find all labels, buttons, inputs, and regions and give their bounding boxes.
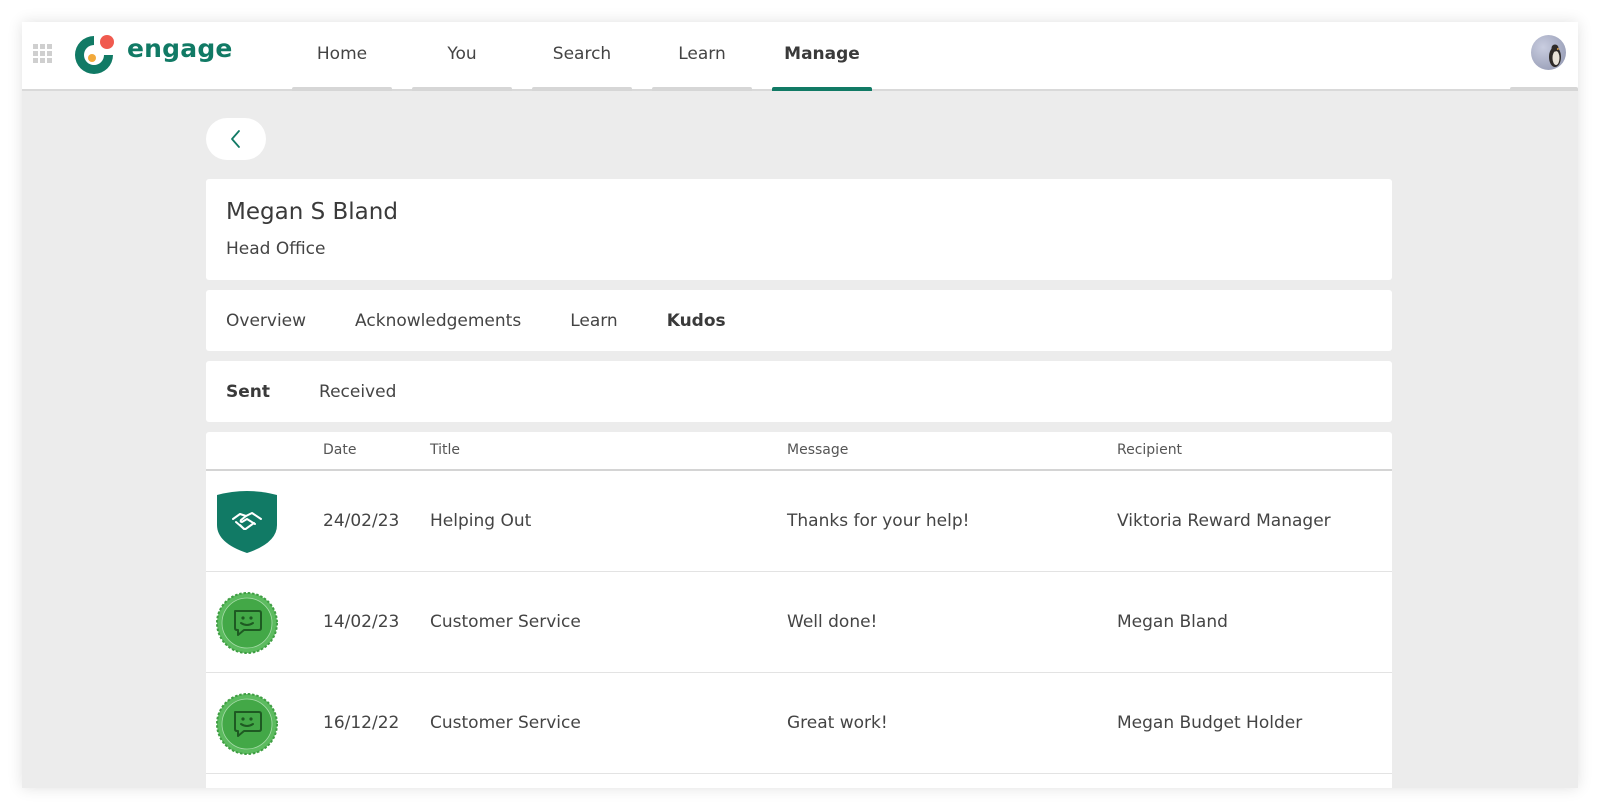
header-title[interactable]: Title <box>430 442 460 458</box>
profile-tab-indicator <box>1510 87 1578 91</box>
cell-date: 16/12/22 <box>323 713 400 733</box>
table-row[interactable]: 24/02/23 Helping Out Thanks for your hel… <box>206 471 1392 572</box>
subtab-sent[interactable]: Sent <box>226 382 270 402</box>
back-button[interactable] <box>206 118 266 160</box>
cell-title: Customer Service <box>430 713 581 733</box>
profile-tabs: Overview Acknowledgements Learn Kudos <box>206 290 1392 351</box>
profile-name: Megan S Bland <box>226 199 398 225</box>
avatar-photo-icon <box>1549 44 1561 67</box>
main-nav: Home You Search Learn Manage <box>292 22 892 91</box>
cell-date: 14/02/23 <box>323 612 400 632</box>
profile-location: Head Office <box>226 239 326 259</box>
table-header: Date Title Message Recipient <box>206 432 1392 471</box>
table-row[interactable]: 16/12/22 Customer Service Great work! Me… <box>206 673 1392 774</box>
chevron-left-icon <box>231 130 240 148</box>
smiley-chat-rosette-icon <box>216 693 278 755</box>
kudos-table: Date Title Message Recipient 24/02/23 He… <box>206 432 1392 788</box>
cell-title: Customer Service <box>430 612 581 632</box>
header-recipient[interactable]: Recipient <box>1117 442 1182 458</box>
kudos-subtabs: Sent Received <box>206 361 1392 422</box>
top-navigation-bar: engage Home You Search Learn Manage <box>22 22 1578 91</box>
nav-learn[interactable]: Learn <box>652 22 752 91</box>
user-avatar[interactable] <box>1531 35 1566 70</box>
header-message[interactable]: Message <box>787 442 848 458</box>
cell-title: Helping Out <box>430 511 532 531</box>
tab-kudos[interactable]: Kudos <box>667 311 726 331</box>
header-date[interactable]: Date <box>323 442 356 458</box>
tab-acknowledgements[interactable]: Acknowledgements <box>355 311 521 331</box>
brand-name[interactable]: engage <box>127 34 233 63</box>
cell-recipient: Megan Bland <box>1117 612 1228 632</box>
cell-recipient: Megan Budget Holder <box>1117 713 1303 733</box>
cell-date: 24/02/23 <box>323 511 400 531</box>
tab-learn[interactable]: Learn <box>570 311 618 331</box>
nav-you[interactable]: You <box>412 22 512 91</box>
cell-message: Well done! <box>787 612 878 632</box>
app-launcher-grid-icon[interactable] <box>33 44 53 64</box>
cell-recipient: Viktoria Reward Manager <box>1117 511 1331 531</box>
nav-manage[interactable]: Manage <box>772 22 872 91</box>
profile-card: Megan S Bland Head Office <box>206 179 1392 280</box>
nav-home[interactable]: Home <box>292 22 392 91</box>
smiley-chat-rosette-icon <box>216 592 278 654</box>
subtab-received[interactable]: Received <box>319 382 396 402</box>
table-row[interactable]: 14/02/23 Customer Service Well done! Meg… <box>206 572 1392 673</box>
handshake-shield-icon <box>217 491 277 553</box>
engage-logo-icon[interactable] <box>71 32 117 78</box>
app-window: engage Home You Search Learn Manage Mega… <box>22 22 1578 788</box>
cell-message: Great work! <box>787 713 888 733</box>
nav-search[interactable]: Search <box>532 22 632 91</box>
cell-message: Thanks for your help! <box>787 511 970 531</box>
tab-overview[interactable]: Overview <box>226 311 306 331</box>
